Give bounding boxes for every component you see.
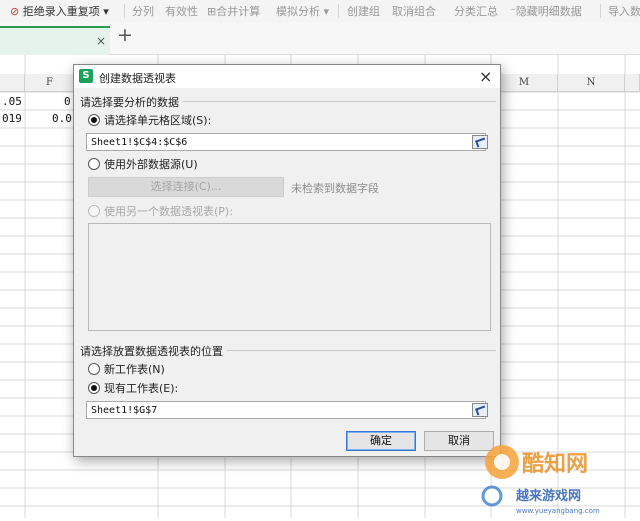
cell-f2[interactable]: 0.0 — [52, 112, 72, 125]
watermark-logo: 酷知网 越来游戏网 www.yueyangbang.com — [470, 440, 640, 518]
range-input[interactable] — [86, 133, 486, 151]
column-header-m[interactable]: M — [491, 74, 558, 92]
cell-e2[interactable]: 019 — [2, 112, 22, 125]
location-picker-icon[interactable] — [472, 403, 488, 417]
import-button[interactable]: 导入数 — [608, 3, 640, 19]
svg-text:越来游戏网: 越来游戏网 — [515, 488, 581, 504]
external-source-radio[interactable] — [88, 158, 100, 170]
workbook-tab[interactable]: × — [0, 26, 110, 56]
reject-duplicates-button[interactable]: ⊘ 拒绝录入重复项 ▾ — [10, 3, 109, 19]
wps-logo-icon: S — [79, 69, 93, 83]
range-radio[interactable] — [88, 114, 100, 126]
column-header-n[interactable]: N — [558, 74, 625, 92]
pivot-list-box[interactable] — [88, 223, 491, 331]
select-connection-button[interactable]: 选择连接(C)... — [88, 177, 284, 197]
create-pivot-table-dialog: S 创建数据透视表 × 请选择要分析的数据 请选择单元格区域(S): 使用外部数… — [73, 64, 501, 457]
create-group-button[interactable]: 创建组 — [347, 3, 380, 19]
source-section-label: 请选择要分析的数据 — [80, 94, 183, 110]
dialog-title: 创建数据透视表 — [99, 72, 176, 85]
column-header-e[interactable] — [0, 74, 25, 92]
merge-icon: ⊞ — [207, 5, 217, 18]
ok-button[interactable]: 确定 — [346, 431, 416, 451]
close-tab-icon[interactable]: × — [96, 34, 106, 48]
ungroup-button[interactable]: 取消组合 — [392, 3, 436, 19]
existing-sheet-radio[interactable] — [88, 382, 100, 394]
location-input[interactable] — [86, 401, 486, 419]
dialog-title-bar[interactable]: S 创建数据透视表 × — [74, 65, 500, 88]
simulate-button[interactable]: 模拟分析 ▾ — [276, 3, 329, 19]
ribbon-toolbar: ⊘ 拒绝录入重复项 ▾ 分列 有效性 ⊞合并计算 模拟分析 ▾ 创建组 取消组合… — [0, 0, 640, 23]
column-header-f[interactable]: F — [25, 74, 75, 92]
new-sheet-radio[interactable] — [88, 363, 100, 375]
cell-e1[interactable]: .05 — [2, 95, 22, 108]
range-picker-icon[interactable] — [472, 135, 488, 149]
existing-sheet-label[interactable]: 现有工作表(E): — [104, 380, 178, 396]
watermark-graphic: 酷知网 越来游戏网 www.yueyangbang.com — [481, 445, 600, 515]
column-header-o[interactable] — [625, 74, 640, 92]
subtotal-button[interactable]: 分类汇总 — [454, 3, 498, 19]
range-radio-label[interactable]: 请选择单元格区域(S): — [104, 112, 211, 128]
reject-duplicates-icon: ⊘ — [10, 5, 20, 18]
no-fields-hint: 未检索到数据字段 — [291, 182, 379, 195]
cell-f1[interactable]: 0 — [64, 95, 71, 108]
other-pivot-radio[interactable] — [88, 205, 100, 217]
other-pivot-label[interactable]: 使用另一个数据透视表(P): — [104, 203, 233, 219]
split-button[interactable]: 分列 — [132, 3, 154, 19]
svg-text:酷知网: 酷知网 — [522, 451, 588, 477]
merge-calc-button[interactable]: ⊞合并计算 — [207, 3, 260, 19]
close-icon[interactable]: × — [479, 67, 492, 86]
validity-button[interactable]: 有效性 — [165, 3, 198, 19]
location-section-label: 请选择放置数据透视表的位置 — [80, 343, 227, 359]
external-source-label[interactable]: 使用外部数据源(U) — [104, 156, 198, 172]
workbook-tab-bar: × + — [0, 22, 640, 56]
svg-text:www.yueyangbang.com: www.yueyangbang.com — [516, 507, 600, 515]
add-tab-icon[interactable]: + — [117, 24, 133, 46]
hide-detail-button[interactable]: ⁻隐藏明细数据 — [510, 3, 582, 19]
new-sheet-label[interactable]: 新工作表(N) — [104, 361, 165, 377]
